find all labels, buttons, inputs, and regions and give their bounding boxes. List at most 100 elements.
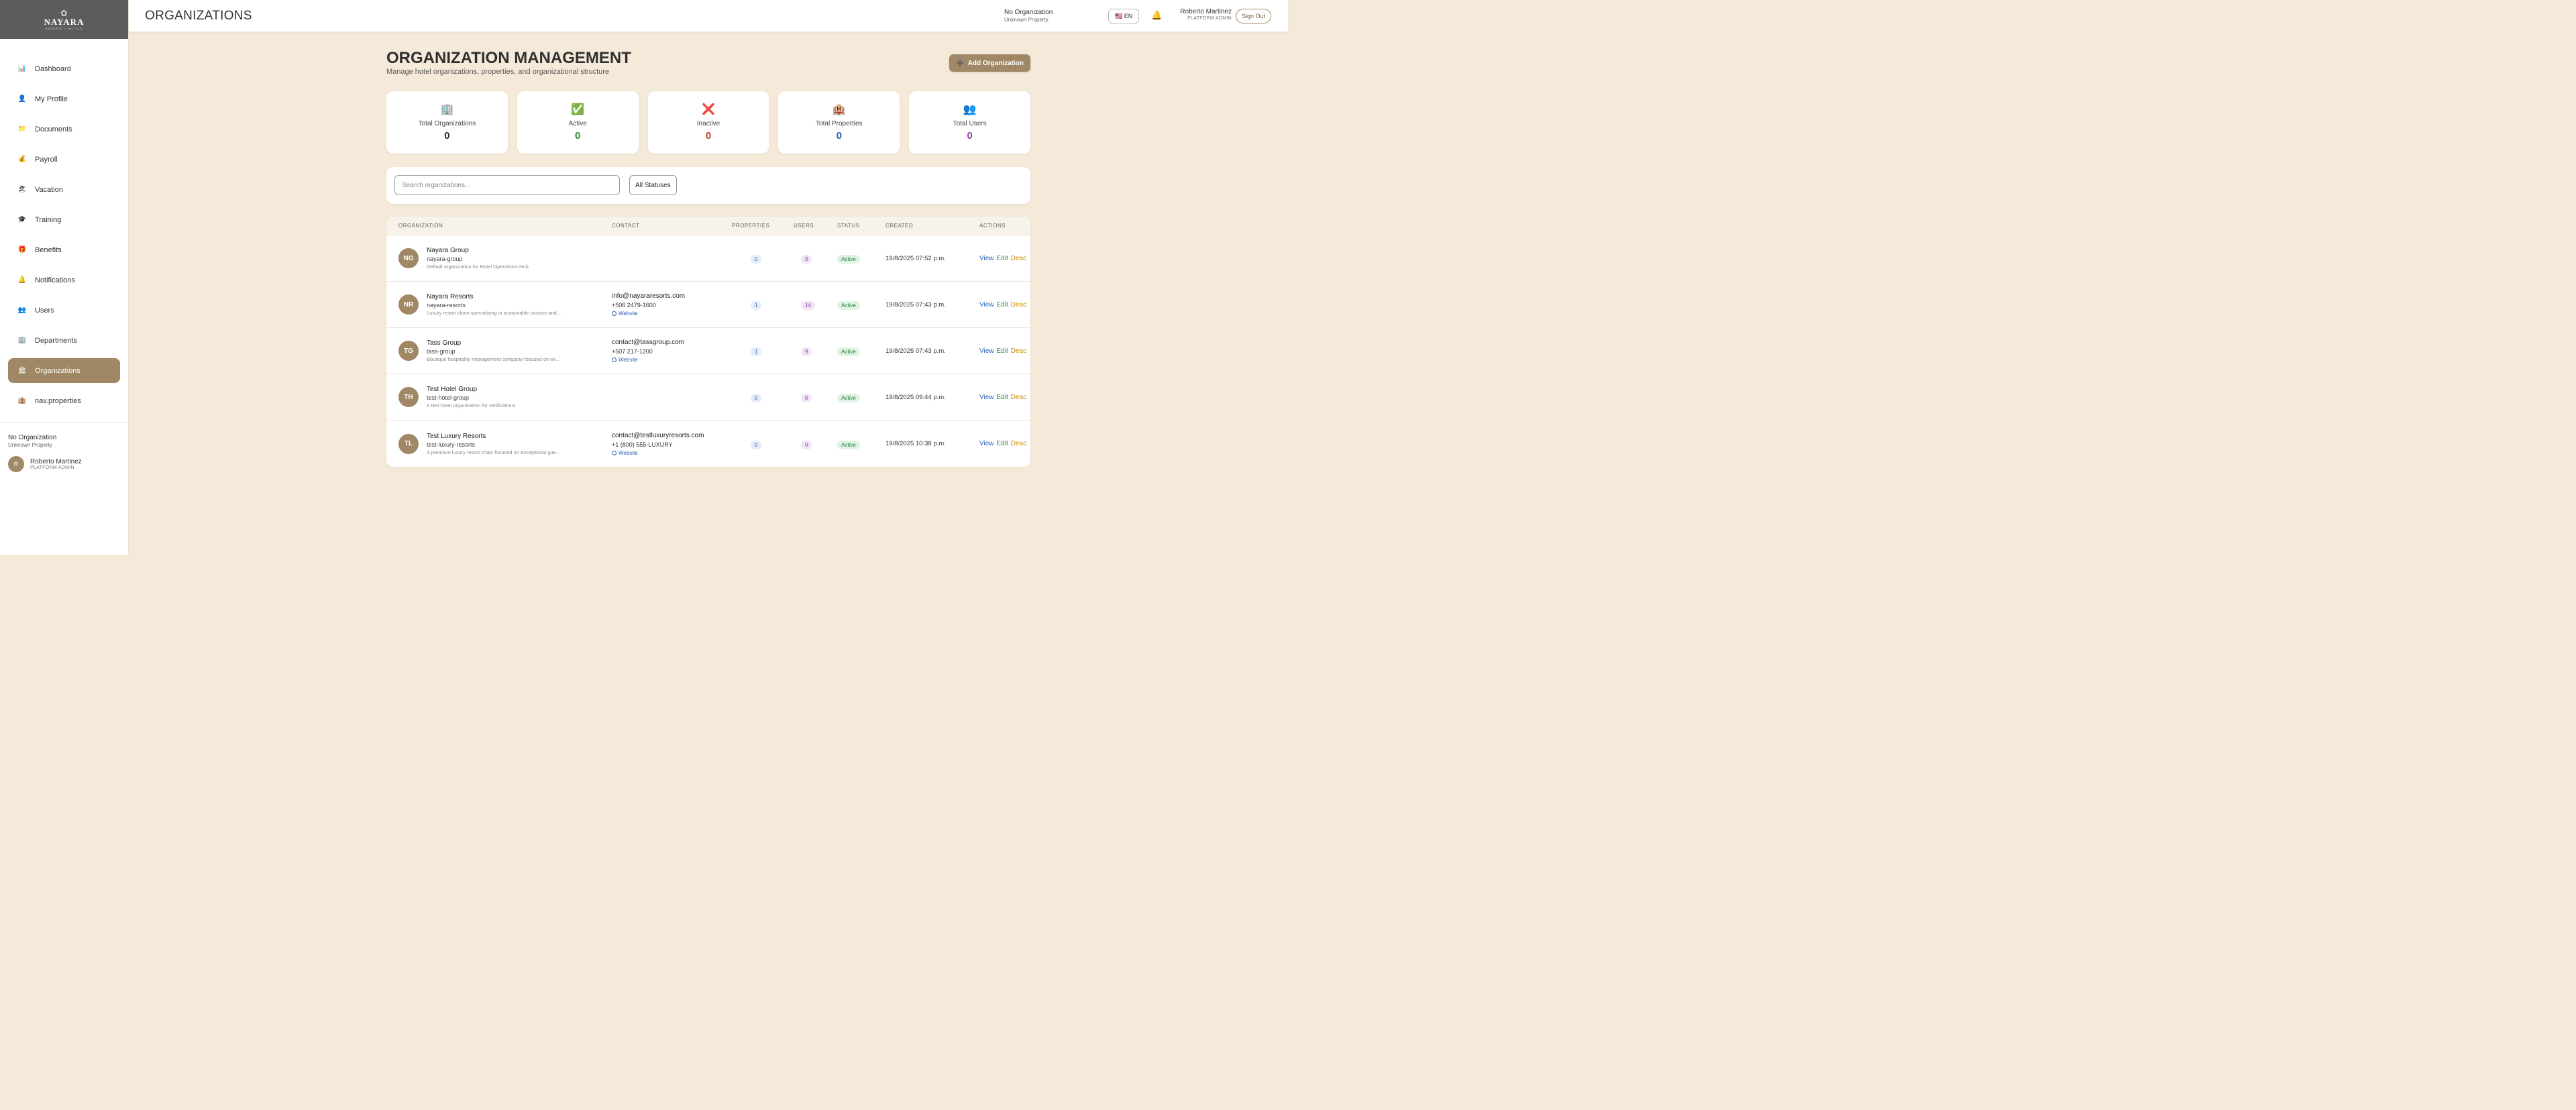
sidebar-item-label: My Profile: [35, 95, 68, 103]
view-button[interactable]: View: [979, 440, 994, 447]
status-badge: Active: [837, 394, 860, 402]
sidebar-item-organizations[interactable]: 🏛 Organizations: [8, 358, 120, 383]
brand-name: NAYARA: [44, 16, 85, 27]
properties-count: 1: [751, 345, 762, 357]
sidebar-item-departments[interactable]: 🏢 Departments: [8, 328, 120, 353]
deactivate-button[interactable]: Deac: [1011, 347, 1026, 355]
add-organization-label: Add Organization: [967, 59, 1024, 67]
column-header-contact[interactable]: CONTACT: [612, 223, 640, 229]
stat-value: 0: [575, 130, 581, 142]
website-link[interactable]: Website: [612, 450, 704, 456]
deactivate-button[interactable]: Deac: [1011, 394, 1026, 401]
contact-cell: contact@tassgroup.com +507 217-1200 Websit…: [612, 339, 684, 363]
view-button[interactable]: View: [979, 347, 994, 355]
language-button[interactable]: 🇺🇸 EN: [1108, 9, 1140, 23]
sidebar-item-label: Dashboard: [35, 64, 71, 73]
sidebar-item-label: Notifications: [35, 276, 75, 284]
departments-icon: 🏢: [17, 337, 27, 344]
sidebar-item-dashboard[interactable]: 📊 Dashboard: [8, 56, 120, 81]
organization-name[interactable]: Nayara Resorts: [427, 293, 561, 300]
created-date: 19/8/2025 07:43 p.m.: [885, 347, 946, 355]
notifications-icon: 🔔: [17, 276, 27, 284]
table-row: TG Tass Group tass-group Boutique hospitali…: [386, 328, 1030, 374]
header-organization: No Organization: [1004, 9, 1053, 16]
edit-button[interactable]: Edit: [997, 394, 1008, 401]
deactivate-button[interactable]: Deac: [1011, 255, 1026, 262]
avatar: TH: [398, 387, 419, 407]
sidebar-item-nav-properties[interactable]: 🏨 nav.properties: [8, 388, 120, 413]
sidebar-item-my-profile[interactable]: 👤 My Profile: [8, 87, 120, 111]
sidebar-item-documents[interactable]: 📁 Documents: [8, 117, 120, 142]
filter-bar: All Statuses: [386, 167, 1030, 204]
avatar: TG: [398, 341, 419, 361]
deactivate-button[interactable]: Deac: [1011, 440, 1026, 447]
sidebar-item-users[interactable]: 👥 Users: [8, 298, 120, 323]
contact-email: contact@tassgroup.com: [612, 339, 684, 346]
users-count: 0: [801, 438, 812, 450]
status-cell: Active: [837, 298, 860, 311]
organization-name[interactable]: Test Luxury Resorts: [427, 433, 560, 440]
status-filter-select[interactable]: All Statuses: [629, 175, 677, 195]
add-organization-button[interactable]: ➕ Add Organization: [949, 54, 1030, 72]
view-button[interactable]: View: [979, 394, 994, 401]
column-header-properties[interactable]: PROPERTIES: [732, 223, 769, 229]
properties-count: 0: [751, 391, 762, 403]
website-link[interactable]: Website: [612, 357, 684, 363]
sidebar-item-label: Training: [35, 215, 62, 224]
sidebar-property: Unknown Property: [8, 442, 52, 448]
plus-icon: ➕: [956, 59, 964, 66]
created-date: 19/8/2025 10:38 p.m.: [885, 440, 946, 447]
organization-cell: TG Tass Group tass-group Boutique hospitali…: [398, 339, 559, 362]
actions-cell: View Edit Deac: [979, 440, 1026, 447]
column-header-users[interactable]: USERS: [794, 223, 814, 229]
column-header-organization[interactable]: ORGANIZATION: [398, 223, 443, 229]
search-input[interactable]: [394, 175, 620, 195]
stat-card-total-organizations: 🏢 Total Organizations 0: [386, 91, 508, 154]
sidebar-item-payroll[interactable]: 💰 Payroll: [8, 147, 120, 172]
website-link[interactable]: Website: [612, 311, 685, 317]
edit-button[interactable]: Edit: [997, 301, 1008, 309]
users-badge: 0: [801, 440, 812, 449]
table-row: TL Test Luxury Resorts test-luxury-resorts…: [386, 421, 1030, 467]
organization-slug: nayara-resorts: [427, 302, 466, 309]
organization-description: Boutique hospitality management company …: [427, 356, 560, 362]
status-badge: Active: [837, 440, 860, 449]
sidebar-item-benefits[interactable]: 🎁 Benefits: [8, 237, 120, 262]
sidebar-item-notifications[interactable]: 🔔 Notifications: [8, 268, 120, 292]
table-row: NG Nayara Group nayara-group Default organi…: [386, 235, 1030, 282]
view-button[interactable]: View: [979, 255, 994, 262]
edit-button[interactable]: Edit: [997, 255, 1008, 262]
sidebar-item-training[interactable]: 🎓 Training: [8, 207, 120, 232]
column-header-status[interactable]: STATUS: [837, 223, 859, 229]
table-row: NR Nayara Resorts nayara-resorts Luxury res…: [386, 282, 1030, 328]
website-label: Website: [619, 357, 638, 363]
users-badge: 0: [801, 255, 812, 264]
column-header-created[interactable]: CREATED: [885, 223, 913, 229]
edit-button[interactable]: Edit: [997, 440, 1008, 447]
header-user-name: Roberto Martinez: [1180, 8, 1232, 15]
sidebar-item-vacation[interactable]: 🏖 Vacation: [8, 177, 120, 202]
users-badge: 14: [801, 301, 815, 310]
header-property: Unknown Property: [1004, 17, 1049, 23]
sign-out-button[interactable]: Sign Out: [1236, 9, 1272, 23]
header-title: ORGANIZATIONS: [145, 9, 252, 23]
properties-count: 0: [751, 438, 762, 450]
organization-cell: NG Nayara Group nayara-group Default organi…: [398, 247, 529, 270]
stats-row: 🏢 Total Organizations 0 ✅ Active 0 ❌ Inactive 0 🏨…: [386, 91, 1030, 154]
documents-icon: 📁: [17, 125, 27, 133]
bell-icon[interactable]: 🔔: [1151, 10, 1162, 21]
deactivate-button[interactable]: Deac: [1011, 301, 1026, 309]
total-users-icon: 👥: [963, 104, 977, 115]
avatar: NG: [398, 248, 419, 268]
properties-badge: 0: [751, 255, 762, 264]
organization-name[interactable]: Nayara Group: [427, 247, 529, 254]
view-button[interactable]: View: [979, 301, 994, 309]
organization-cell: TL Test Luxury Resorts test-luxury-resorts…: [398, 433, 560, 455]
edit-button[interactable]: Edit: [997, 347, 1008, 355]
brand-logo[interactable]: ✿ NAYARA RESORTS + HOTELS: [0, 0, 128, 39]
organization-name[interactable]: Tass Group: [427, 339, 559, 347]
avatar: NR: [398, 294, 419, 315]
active-icon: ✅: [571, 104, 585, 115]
organization-name[interactable]: Test Hotel Group: [427, 386, 516, 393]
header-org-info: No Organization Unknown Property: [1004, 9, 1053, 23]
